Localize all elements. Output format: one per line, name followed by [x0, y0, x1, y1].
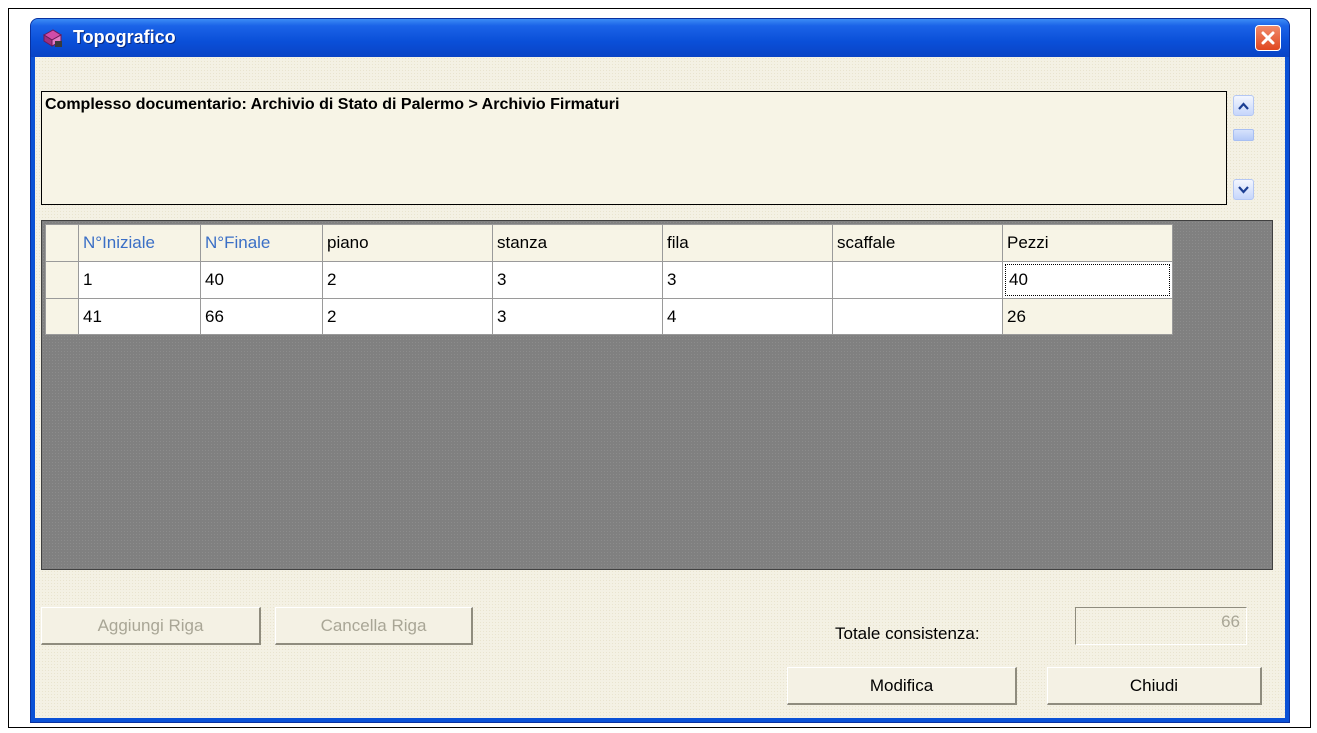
cell-numero-finale[interactable]: 66: [200, 298, 323, 335]
cell-pezzi-value: 40: [1005, 264, 1170, 296]
column-header-fila[interactable]: fila: [662, 224, 833, 262]
topographic-grid[interactable]: N°Iniziale N°Finale piano stanza fila sc…: [41, 220, 1273, 570]
row-selector[interactable]: [45, 298, 79, 335]
cell-stanza[interactable]: 3: [492, 261, 663, 299]
table-row[interactable]: 1 40 2 3 3 40: [45, 261, 1173, 299]
column-header-pezzi[interactable]: Pezzi: [1002, 224, 1173, 262]
column-header-stanza[interactable]: stanza: [492, 224, 663, 262]
modify-button[interactable]: Modifica: [787, 667, 1017, 705]
cell-stanza[interactable]: 3: [492, 298, 663, 335]
total-field[interactable]: 66: [1075, 607, 1247, 645]
cell-numero-iniziale[interactable]: 1: [78, 261, 201, 299]
total-label: Totale consistenza:: [835, 624, 980, 643]
title-bar[interactable]: Topografico: [31, 19, 1289, 57]
row-selector-header[interactable]: [45, 224, 79, 262]
column-header-scaffale[interactable]: scaffale: [832, 224, 1003, 262]
grid-header-row: N°Iniziale N°Finale piano stanza fila sc…: [45, 224, 1173, 262]
column-header-piano[interactable]: piano: [322, 224, 493, 262]
cell-piano[interactable]: 2: [322, 261, 493, 299]
window-client-area: Complesso documentario: Archivio di Stat…: [35, 57, 1285, 718]
topografico-window: Topografico Complesso documentario: Arch…: [30, 18, 1290, 723]
path-text: Complesso documentario: Archivio di Stat…: [45, 96, 620, 113]
books-icon: [43, 29, 62, 47]
cell-pezzi[interactable]: 26: [1002, 298, 1173, 335]
scroll-up-button[interactable]: [1233, 95, 1254, 116]
chevron-up-icon: [1238, 101, 1249, 110]
cell-fila[interactable]: 3: [662, 261, 833, 299]
cell-piano[interactable]: 2: [322, 298, 493, 335]
window-title: Topografico: [73, 27, 176, 47]
path-textbox[interactable]: Complesso documentario: Archivio di Stat…: [41, 91, 1227, 205]
row-selector[interactable]: [45, 261, 79, 299]
delete-row-button[interactable]: Cancella Riga: [275, 607, 473, 645]
chevron-down-icon: [1238, 185, 1249, 194]
grid-table: N°Iniziale N°Finale piano stanza fila sc…: [45, 224, 1173, 335]
cell-numero-iniziale[interactable]: 41: [78, 298, 201, 335]
path-scrollbar[interactable]: [1230, 91, 1258, 205]
column-header-numero-iniziale[interactable]: N°Iniziale: [78, 224, 201, 262]
add-row-button[interactable]: Aggiungi Riga: [41, 607, 261, 645]
cell-scaffale[interactable]: [832, 261, 1003, 299]
close-button[interactable]: Chiudi: [1047, 667, 1262, 705]
cell-pezzi-focused[interactable]: 40: [1002, 261, 1173, 299]
table-row[interactable]: 41 66 2 3 4 26: [45, 298, 1173, 335]
cell-scaffale[interactable]: [832, 298, 1003, 335]
close-window-button[interactable]: [1255, 25, 1281, 51]
scroll-thumb[interactable]: [1233, 129, 1254, 141]
scroll-down-button[interactable]: [1233, 179, 1254, 200]
column-header-numero-finale[interactable]: N°Finale: [200, 224, 323, 262]
cell-numero-finale[interactable]: 40: [200, 261, 323, 299]
close-icon: [1261, 31, 1275, 45]
cell-fila[interactable]: 4: [662, 298, 833, 335]
